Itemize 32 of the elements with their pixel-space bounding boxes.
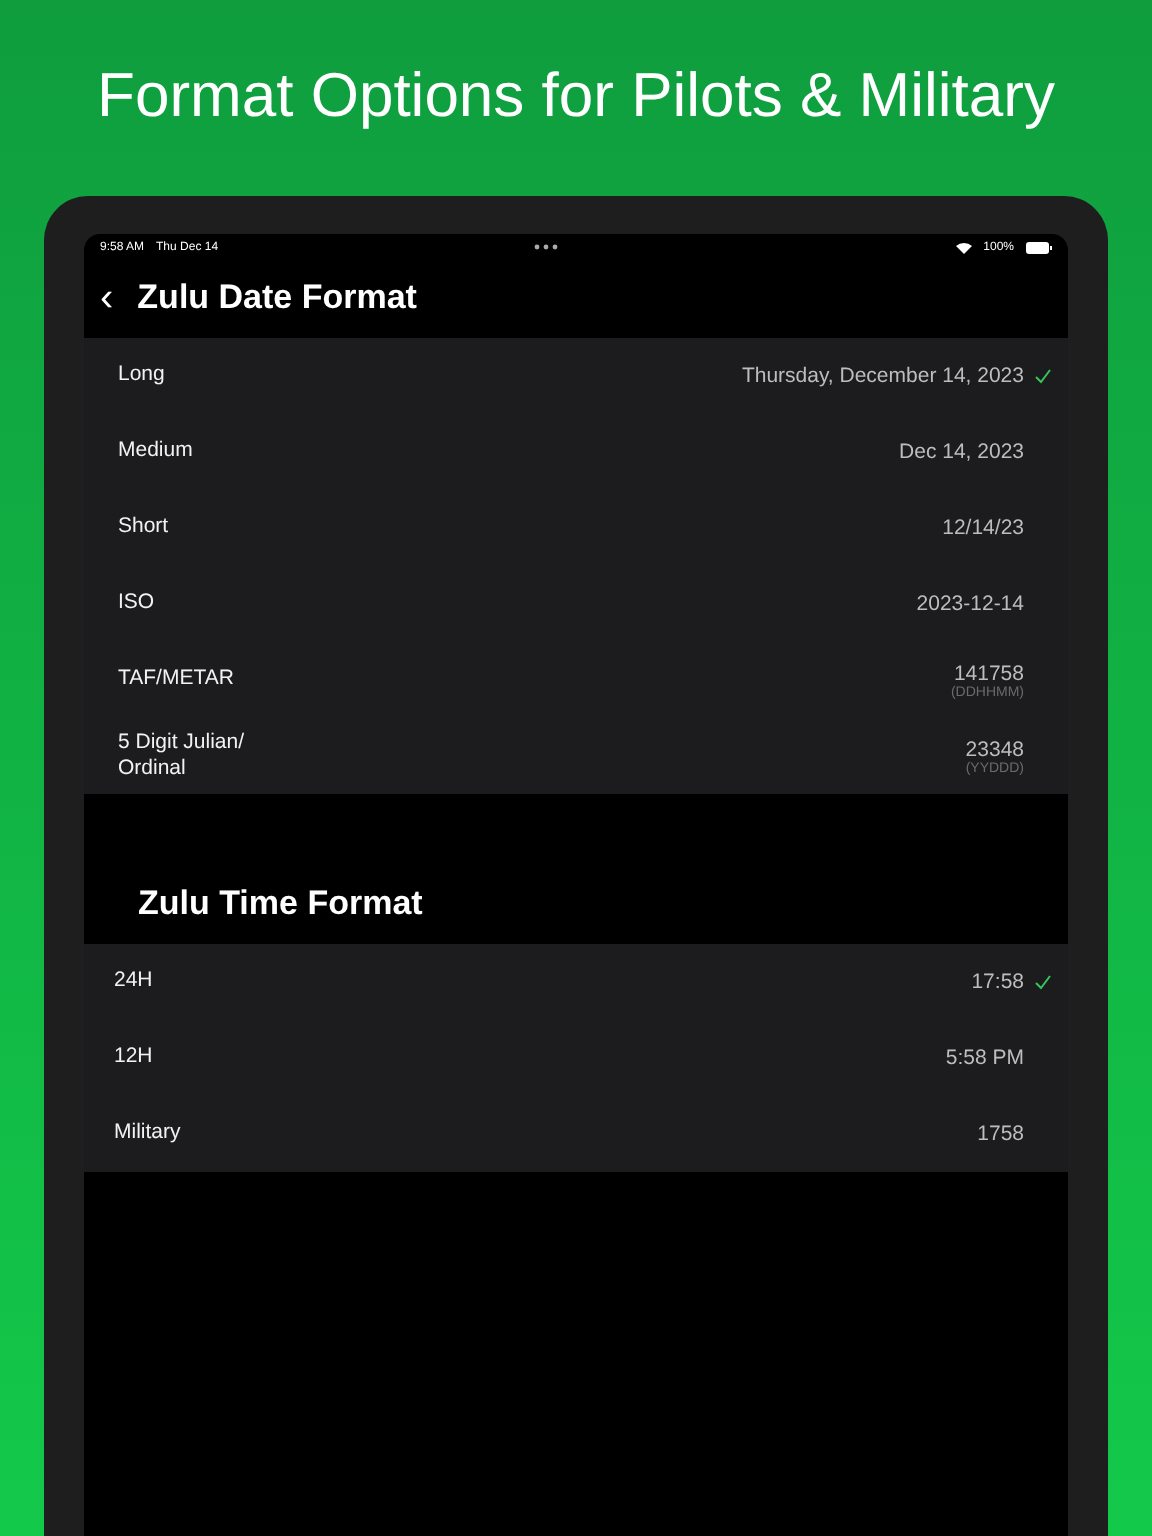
option-value: 5:58 PM	[945, 1046, 1024, 1070]
back-button[interactable]: ‹	[100, 277, 114, 317]
option-value: Dec 14, 2023	[899, 440, 1024, 464]
format-option[interactable]: 12H 5:58 PM	[84, 1020, 1068, 1096]
multitasking-dots-icon[interactable]	[534, 244, 559, 250]
wifi-icon	[955, 241, 972, 253]
headline: Format Options for Pilots & Military	[97, 60, 1055, 134]
option-value: 23348	[965, 737, 1024, 761]
option-value: 12/14/23	[942, 516, 1024, 540]
battery-icon	[1026, 241, 1052, 253]
option-value: Thursday, December 14, 2023	[741, 364, 1024, 388]
option-label: Military	[114, 1120, 183, 1148]
option-label: TAF/METAR	[118, 666, 236, 694]
format-option[interactable]: Military 1758	[84, 1096, 1068, 1172]
format-option[interactable]: ISO 2023-12-14	[84, 566, 1068, 642]
option-value: 17:58	[971, 970, 1024, 994]
option-label: Long	[118, 362, 167, 390]
option-label: 24H	[114, 968, 155, 996]
option-label: ISO	[118, 590, 157, 618]
format-option[interactable]: Long Thursday, December 14, 2023	[84, 338, 1068, 414]
option-value: 1758	[977, 1122, 1024, 1146]
option-label: 5 Digit Julian/ Ordinal	[118, 729, 247, 783]
option-value: 141758	[953, 661, 1024, 685]
format-option[interactable]: Medium Dec 14, 2023	[84, 414, 1068, 490]
option-value: 2023-12-14	[916, 592, 1024, 616]
section-title: Zulu Time Format	[138, 884, 423, 924]
option-label: 12H	[114, 1044, 155, 1072]
format-option[interactable]: 24H 17:58	[84, 944, 1068, 1020]
format-option[interactable]: Short 12/14/23	[84, 490, 1068, 566]
page-title: Zulu Date Format	[137, 277, 417, 317]
option-label: Short	[118, 514, 171, 542]
option-label: Medium	[118, 438, 195, 466]
